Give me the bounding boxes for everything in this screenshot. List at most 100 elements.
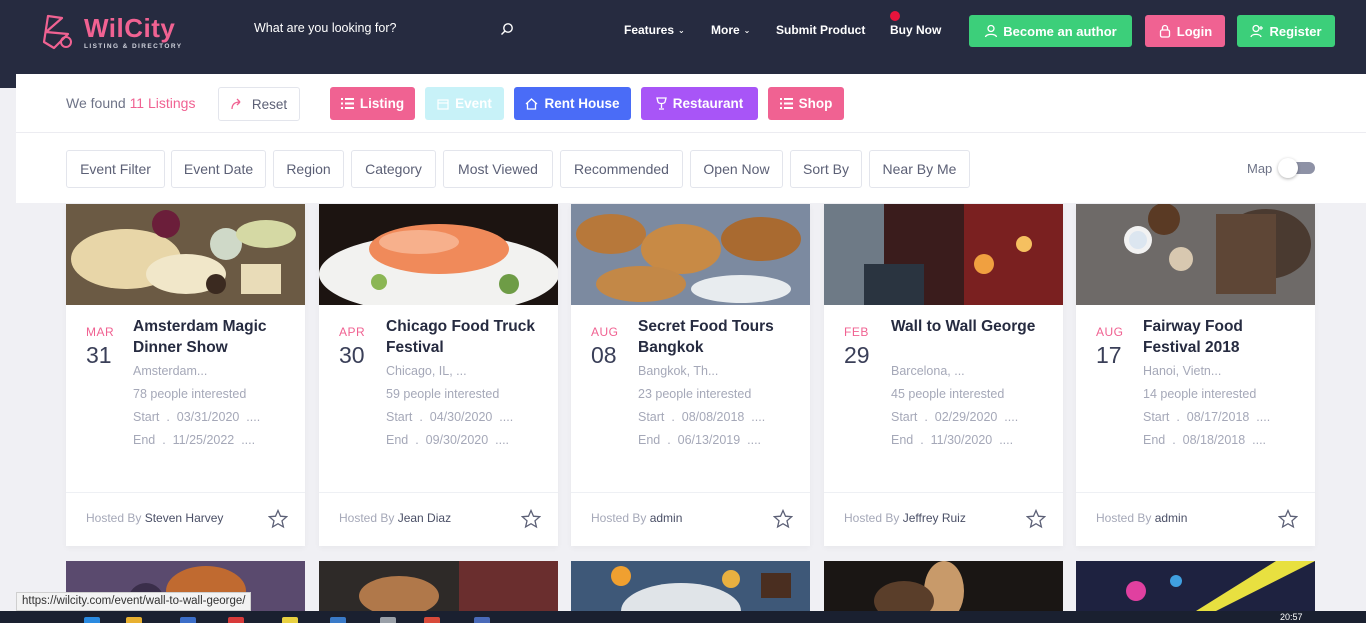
event-host: Hosted By admin (591, 511, 682, 525)
reset-label: Reset (251, 96, 288, 112)
nav-submit-product[interactable]: Submit Product (776, 23, 865, 37)
event-interested: 45 people interested (891, 387, 1005, 401)
app-icon[interactable] (380, 617, 396, 623)
event-image (571, 204, 810, 305)
type-shop-button[interactable]: Shop (768, 87, 844, 120)
map-toggle[interactable] (1278, 158, 1315, 178)
event-day: 08 (591, 342, 617, 368)
event-card[interactable]: MAR 31 Amsterdam Magic Dinner Show Amste… (66, 204, 305, 546)
toggle-knob (1278, 158, 1298, 178)
hosted-by-label: Hosted By (339, 511, 395, 525)
hosted-by-label: Hosted By (591, 511, 647, 525)
filter-event-date[interactable]: Event Date (171, 150, 266, 188)
app-icon[interactable] (282, 617, 298, 623)
filter-region[interactable]: Region (273, 150, 344, 188)
site-logo[interactable]: WilCity LISTING & DIRECTORY (40, 12, 182, 52)
event-end: End . 09/30/2020 .... (386, 433, 510, 447)
filter-event-filter[interactable]: Event Filter (66, 150, 165, 188)
event-card[interactable]: APR 30 Chicago Food Truck Festival Chica… (319, 204, 558, 546)
nav-submit-product-label: Submit Product (776, 23, 866, 37)
app-icon[interactable] (180, 617, 196, 623)
event-month: AUG (1096, 325, 1124, 339)
filter-recommended[interactable]: Recommended (560, 150, 683, 188)
star-icon[interactable] (1026, 509, 1046, 529)
event-card-image[interactable] (571, 561, 810, 611)
map-label: Map (1247, 161, 1273, 176)
event-title[interactable]: Chicago Food Truck Festival (386, 316, 546, 358)
filter-sort-by[interactable]: Sort By (790, 150, 862, 188)
card-divider (319, 492, 558, 493)
host-name[interactable]: admin (1155, 511, 1188, 525)
browser-icon[interactable] (84, 617, 100, 623)
event-card[interactable]: AUG 08 Secret Food Tours Bangkok Bangkok… (571, 204, 810, 546)
start-date: 08/17/2018 (1186, 410, 1250, 424)
nav-more[interactable]: More ⌄ (711, 23, 750, 37)
event-title[interactable]: Secret Food Tours Bangkok (638, 316, 798, 358)
folder-icon[interactable] (126, 617, 142, 623)
user-icon (985, 24, 998, 38)
type-restaurant-label: Restaurant (672, 96, 744, 111)
card-divider (66, 492, 305, 493)
calendar-icon (437, 98, 449, 110)
start-date: 08/08/2018 (681, 410, 745, 424)
event-card-image[interactable] (824, 561, 1063, 611)
event-start: Start . 04/30/2020 .... (386, 410, 514, 424)
list-icon (779, 98, 793, 109)
login-button[interactable]: Login (1145, 15, 1225, 47)
hosted-by-label: Hosted By (844, 511, 900, 525)
become-author-button[interactable]: Become an author (969, 15, 1132, 47)
hosted-by-label: Hosted By (86, 511, 142, 525)
type-event-label: Event (455, 96, 492, 111)
event-card[interactable]: AUG 17 Fairway Food Festival 2018 Hanoi,… (1076, 204, 1315, 546)
event-location: Barcelona, ... (891, 364, 965, 378)
type-rent-house-label: Rent House (544, 96, 620, 111)
host-name[interactable]: Steven Harvey (145, 511, 224, 525)
event-card[interactable]: FEB 29 Wall to Wall George Barcelona, ..… (824, 204, 1063, 546)
event-title[interactable]: Wall to Wall George (891, 316, 1051, 337)
host-name[interactable]: Jean Diaz (398, 511, 451, 525)
event-location: Amsterdam... (133, 364, 208, 378)
app-icon[interactable] (228, 617, 244, 623)
star-icon[interactable] (1278, 509, 1298, 529)
star-icon[interactable] (268, 509, 288, 529)
filter-near-by-me[interactable]: Near By Me (869, 150, 970, 188)
nav-features[interactable]: Features ⌄ (624, 23, 685, 37)
type-event-button[interactable]: Event (425, 87, 504, 120)
event-interested: 59 people interested (386, 387, 500, 401)
type-rent-house-button[interactable]: Rent House (514, 87, 631, 120)
logo-icon (42, 14, 72, 50)
type-restaurant-button[interactable]: Restaurant (641, 87, 758, 120)
event-month: AUG (591, 325, 619, 339)
register-button[interactable]: Register (1237, 15, 1335, 47)
start-date: 04/30/2020 (429, 410, 493, 424)
filter-most-viewed[interactable]: Most Viewed (443, 150, 553, 188)
app-icon[interactable] (474, 617, 490, 623)
app-icon[interactable] (330, 617, 346, 623)
star-icon[interactable] (773, 509, 793, 529)
filter-category[interactable]: Category (351, 150, 436, 188)
start-label: Start (386, 410, 413, 424)
hosted-by-label: Hosted By (1096, 511, 1152, 525)
search-input[interactable]: What are you looking for? (254, 21, 516, 39)
chrome-icon[interactable] (424, 617, 440, 623)
share-arrow-icon (231, 98, 241, 110)
event-month: FEB (844, 325, 869, 339)
host-name[interactable]: admin (650, 511, 683, 525)
event-title[interactable]: Amsterdam Magic Dinner Show (133, 316, 293, 358)
reset-button[interactable]: Reset (218, 87, 300, 121)
search-icon[interactable] (500, 22, 514, 36)
results-count: We found 11 Listings (66, 95, 195, 111)
event-month: MAR (86, 325, 115, 339)
event-host: Hosted By Jeffrey Ruiz (844, 511, 966, 525)
end-date: 11/30/2020 (930, 433, 993, 447)
star-icon[interactable] (521, 509, 541, 529)
filter-open-now[interactable]: Open Now (690, 150, 783, 188)
type-listing-button[interactable]: Listing (330, 87, 415, 120)
found-count: 11 Listings (129, 95, 196, 111)
event-title[interactable]: Fairway Food Festival 2018 (1143, 316, 1303, 358)
nav-buy-now[interactable]: Buy Now (890, 23, 941, 37)
nav-more-label: More (711, 23, 740, 37)
event-card-image[interactable] (1076, 561, 1315, 611)
event-card-image[interactable] (319, 561, 558, 611)
host-name[interactable]: Jeffrey Ruiz (903, 511, 966, 525)
